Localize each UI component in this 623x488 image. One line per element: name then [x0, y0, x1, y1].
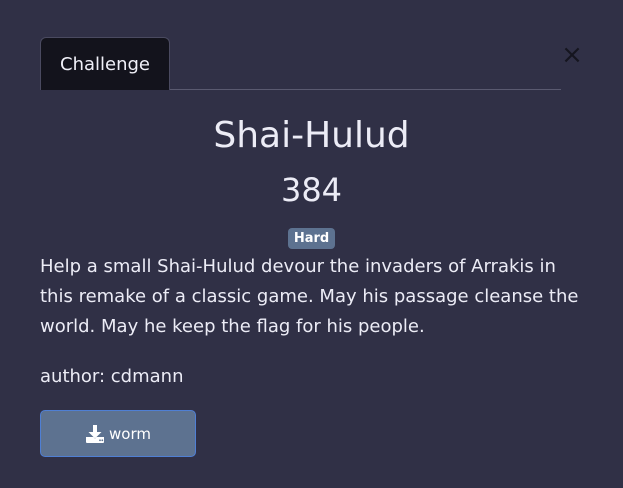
tab-challenge[interactable]: Challenge — [40, 37, 170, 90]
challenge-points: 384 — [280, 171, 343, 209]
challenge-author: author: cdmann — [40, 366, 184, 387]
challenge-description: Help a small Shai-Hulud devour the invad… — [40, 256, 579, 337]
download-file-label: worm — [109, 424, 151, 443]
tab-bar: Challenge — [40, 37, 561, 90]
challenge-title: Shai-Hulud — [213, 115, 410, 156]
challenge-modal: Challenge × Shai-Hulud 384 Hard Help a s… — [0, 0, 623, 488]
difficulty-badge-container: Hard — [0, 227, 623, 249]
difficulty-badge: Hard — [287, 228, 336, 249]
download-file-button[interactable]: worm — [40, 410, 196, 457]
download-icon — [85, 424, 105, 444]
close-button[interactable]: × — [559, 42, 585, 68]
